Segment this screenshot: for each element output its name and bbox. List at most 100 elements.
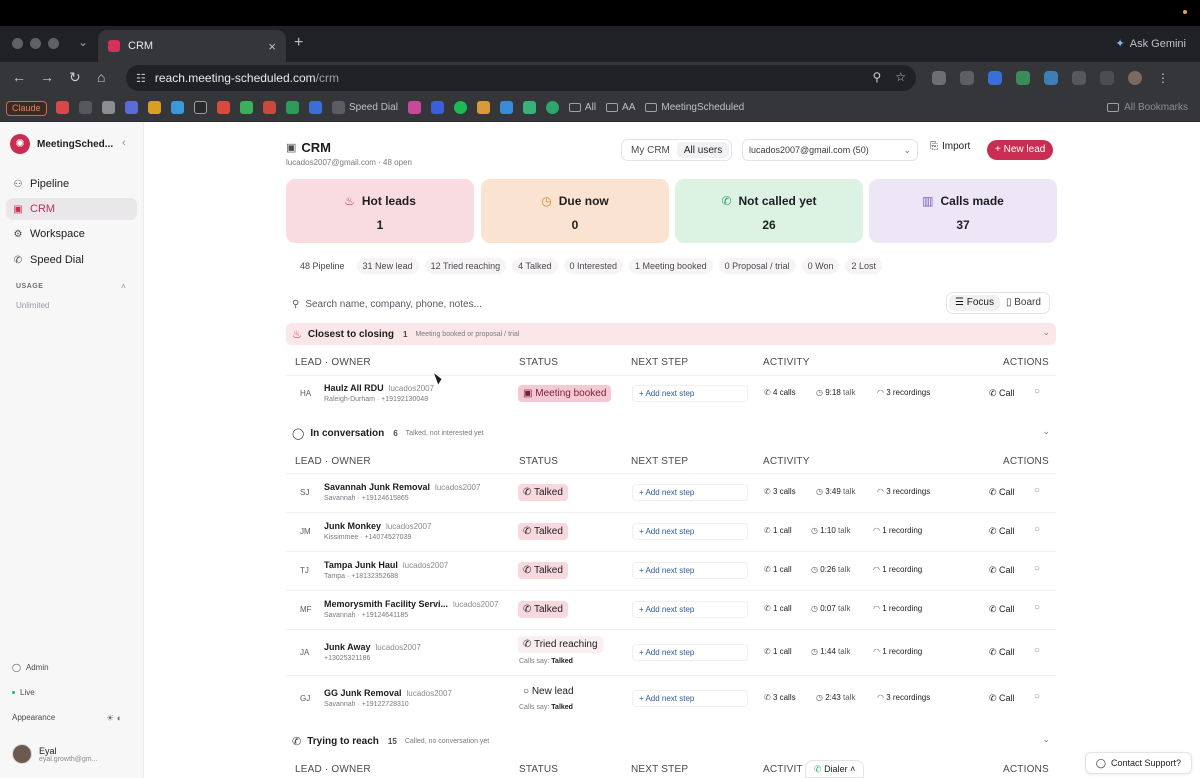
- status-badge[interactable]: ▣ Meeting booked: [518, 385, 612, 402]
- group-header-in-conversation[interactable]: ◯ In conversation 6 Talked, not interest…: [286, 422, 1056, 444]
- kpi-calls-made[interactable]: ▥ Calls made 37: [869, 179, 1057, 243]
- contact-support-button[interactable]: ◯ Contact Support?: [1084, 752, 1192, 774]
- back-icon[interactable]: ←: [12, 69, 26, 85]
- sidebar-item-crm[interactable]: ▣ CRM: [6, 198, 137, 220]
- extension-icon[interactable]: [1044, 71, 1058, 85]
- sidebar-item-workspace[interactable]: ⚙ Workspace: [6, 223, 137, 245]
- status-badge[interactable]: ✆ Talked: [518, 523, 568, 540]
- call-button[interactable]: ✆ Call: [989, 526, 1015, 537]
- extension-icon[interactable]: [1016, 71, 1030, 85]
- bookmark-icon[interactable]: [240, 101, 253, 114]
- group-header-closest-to-closing[interactable]: ♨ Closest to closing 1 Meeting booked or…: [286, 323, 1056, 345]
- status-badge[interactable]: ✆ Tried reaching: [518, 636, 603, 653]
- extension-icon[interactable]: [932, 71, 946, 85]
- message-icon[interactable]: ○: [1034, 524, 1040, 535]
- owner-select[interactable]: lucados2007@gmail.com (50) ⌄: [742, 139, 918, 161]
- table-row[interactable]: GJ GG Junk Removal lucados2007 Savannah ·…: [286, 675, 1056, 721]
- bookmark-icon[interactable]: [194, 101, 207, 114]
- chevron-down-icon[interactable]: ⌄: [1042, 734, 1050, 745]
- group-header-trying-to-reach[interactable]: ✆ Trying to reach 15 Called, no conversa…: [286, 730, 1056, 752]
- message-icon[interactable]: ○: [1034, 691, 1040, 702]
- add-next-step-button[interactable]: + Add next step: [632, 562, 748, 579]
- focus-view-button[interactable]: ☰ Focus: [949, 295, 1000, 311]
- call-button[interactable]: ✆ Call: [989, 565, 1015, 576]
- kpi-due-now[interactable]: ◷ Due now 0: [481, 179, 669, 243]
- close-window-button[interactable]: [12, 38, 23, 49]
- reload-icon[interactable]: ↻: [69, 69, 81, 86]
- my-crm-tab[interactable]: My CRM: [624, 142, 677, 158]
- chevron-up-icon[interactable]: ˄: [121, 282, 126, 291]
- chevron-down-icon[interactable]: ⌄: [1042, 426, 1050, 437]
- message-icon[interactable]: ○: [1034, 485, 1040, 496]
- stage-pill[interactable]: 0 Proposal / trial: [718, 258, 796, 274]
- bookmark-icon[interactable]: [522, 101, 536, 114]
- status-badge[interactable]: ✆ Talked: [518, 484, 568, 501]
- bookmark-icon[interactable]: [430, 101, 444, 114]
- call-button[interactable]: ✆ Call: [989, 604, 1015, 615]
- table-row[interactable]: HA Haulz All RDU lucados2007 Raleigh-Durh…: [286, 375, 1056, 413]
- chevron-down-icon[interactable]: ⌄: [1042, 327, 1050, 338]
- puzzle-icon[interactable]: [1072, 71, 1086, 85]
- bookmark-icon[interactable]: [286, 101, 299, 114]
- call-button[interactable]: ✆ Call: [989, 693, 1015, 704]
- search-input[interactable]: ⚲ Search name, company, phone, notes...: [286, 293, 940, 315]
- kpi-hot-leads[interactable]: ♨ Hot leads 1: [286, 179, 474, 243]
- status-badge[interactable]: ✆ Talked: [518, 562, 568, 579]
- stage-pill[interactable]: 4 Talked: [512, 258, 558, 274]
- table-row[interactable]: SJ Savannah Junk Removal lucados2007 Sava…: [286, 473, 1056, 512]
- tab-search-chevron-icon[interactable]: ⌄: [78, 35, 88, 49]
- bookmark-icon[interactable]: [476, 101, 490, 114]
- stage-pill[interactable]: 31 New lead: [356, 258, 419, 274]
- bookmark-icon[interactable]: [56, 101, 69, 114]
- sidebar-item-pipeline[interactable]: ⚇ Pipeline: [6, 173, 137, 195]
- call-button[interactable]: ✆ Call: [989, 647, 1015, 658]
- add-next-step-button[interactable]: + Add next step: [632, 601, 748, 618]
- message-icon[interactable]: ○: [1034, 386, 1040, 397]
- bookmark-icon[interactable]: [171, 101, 184, 114]
- bookmark-speed-dial[interactable]: Speed Dial: [332, 101, 398, 114]
- slack-icon[interactable]: [407, 101, 421, 114]
- status-badge[interactable]: ○ New lead: [518, 683, 579, 700]
- stage-pill[interactable]: 0 Won: [801, 258, 840, 274]
- minimize-window-button[interactable]: [30, 38, 41, 49]
- bookmark-icon[interactable]: [148, 101, 161, 114]
- admin-link[interactable]: ◯ Admin: [12, 663, 49, 672]
- profile-avatar[interactable]: [1128, 71, 1142, 85]
- new-tab-icon[interactable]: +: [294, 34, 303, 52]
- theme-toggle-icon[interactable]: ☀ ◐: [106, 713, 122, 724]
- reading-list-icon[interactable]: [1100, 71, 1114, 85]
- close-tab-icon[interactable]: ×: [268, 39, 276, 54]
- bookmark-icon[interactable]: [545, 101, 559, 114]
- status-badge[interactable]: ✆ Talked: [518, 601, 568, 618]
- sidebar-item-speed-dial[interactable]: ✆ Speed Dial: [6, 249, 137, 271]
- add-next-step-button[interactable]: + Add next step: [632, 523, 748, 540]
- new-lead-button[interactable]: + New lead: [987, 140, 1054, 160]
- all-users-tab[interactable]: All users: [676, 142, 730, 158]
- zoom-icon[interactable]: ⚲: [872, 70, 881, 84]
- extension-icon[interactable]: [988, 71, 1002, 85]
- address-bar[interactable]: ☷ reach.meeting-scheduled.com/crm ⚲ ☆: [126, 65, 916, 91]
- collapse-sidebar-icon[interactable]: ‹: [122, 137, 126, 149]
- table-row[interactable]: JM Junk Monkey lucados2007 Kissimmee · +1…: [286, 512, 1056, 551]
- kpi-not-called-yet[interactable]: ✆ Not called yet 26: [675, 179, 863, 243]
- spotify-icon[interactable]: [453, 101, 467, 114]
- table-row[interactable]: JA Junk Away lucados2007 +13025321186 ✆ T…: [286, 629, 1056, 675]
- bookmark-icon[interactable]: [499, 101, 513, 114]
- message-icon[interactable]: ○: [1034, 645, 1040, 656]
- table-row[interactable]: MF Memorysmith Facility Servi... lucados2…: [286, 590, 1056, 629]
- bookmark-icon[interactable]: [125, 101, 138, 114]
- bookmark-star-icon[interactable]: ☆: [895, 70, 906, 84]
- add-next-step-button[interactable]: + Add next step: [632, 484, 748, 501]
- bookmark-folder-all[interactable]: All: [568, 102, 596, 113]
- extension-icon[interactable]: [960, 71, 974, 85]
- bookmark-icon[interactable]: [309, 101, 322, 114]
- brand[interactable]: ✺ MeetingSched...: [10, 134, 113, 154]
- add-next-step-button[interactable]: + Add next step: [632, 690, 748, 707]
- message-icon[interactable]: ○: [1034, 602, 1040, 613]
- add-next-step-button[interactable]: + Add next step: [632, 385, 748, 402]
- all-bookmarks[interactable]: All Bookmarks: [1107, 102, 1188, 113]
- bookmark-icon[interactable]: [79, 101, 92, 114]
- stage-pill[interactable]: 1 Meeting booked: [629, 258, 713, 274]
- message-icon[interactable]: ○: [1034, 563, 1040, 574]
- maximize-window-button[interactable]: [48, 38, 59, 49]
